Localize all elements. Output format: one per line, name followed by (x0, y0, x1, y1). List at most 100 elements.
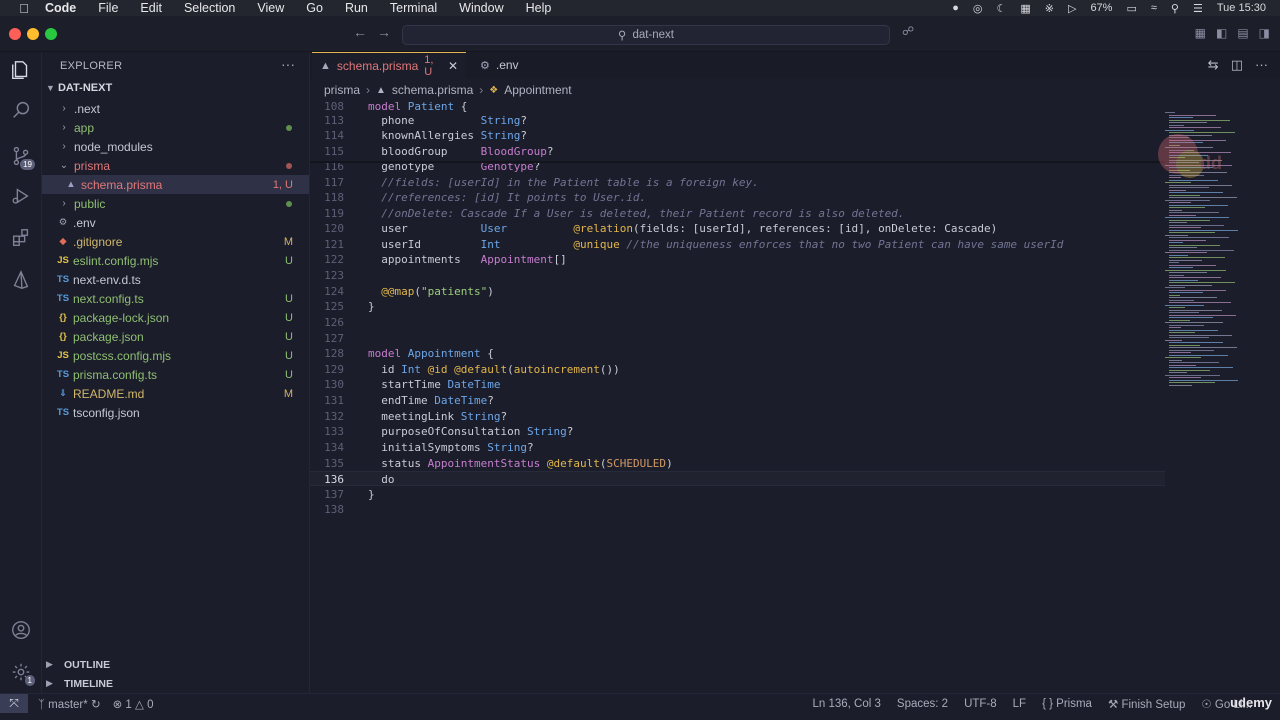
tree-item[interactable]: JS postcss.config.mjs U (42, 346, 309, 365)
record-icon[interactable]: ● (952, 2, 959, 14)
tree-item[interactable]: › .next (42, 99, 309, 118)
menu-window[interactable]: Window (459, 1, 503, 15)
tree-item[interactable]: TS next-env.d.ts (42, 270, 309, 289)
tree-item[interactable]: › node_modules (42, 137, 309, 156)
prisma-icon[interactable] (9, 268, 33, 292)
indentation[interactable]: Spaces: 2 (897, 698, 948, 710)
toggle-secondary-sidebar-icon[interactable]: ◨ (1259, 26, 1270, 40)
code-line[interactable]: 123 (310, 268, 1165, 283)
window-close-button[interactable] (9, 28, 21, 40)
command-center-search[interactable]: ⚲ dat-next (402, 25, 890, 45)
tree-item[interactable]: TS prisma.config.ts U (42, 365, 309, 384)
close-icon[interactable]: ✕ (448, 59, 458, 73)
menu-run[interactable]: Run (345, 1, 368, 15)
problems-item[interactable]: ⊗ 1 △ 0 (113, 697, 154, 711)
code-line[interactable]: 115 bloodGroup BloodGroup? (310, 144, 1165, 159)
more-actions-icon[interactable]: ··· (281, 56, 295, 72)
code-line[interactable]: 135 status AppointmentStatus @default(SC… (310, 456, 1165, 471)
tree-item[interactable]: TS tsconfig.json (42, 403, 309, 422)
clock[interactable]: Tue 15:30 (1217, 2, 1266, 14)
back-arrow-icon[interactable]: ← (353, 24, 367, 40)
toggle-panel-icon[interactable]: ▤ (1237, 26, 1248, 40)
split-editor-icon[interactable]: ◫ (1231, 57, 1243, 73)
language-mode[interactable]: { } Prisma (1042, 698, 1092, 710)
tab-env[interactable]: ⚙ .env (472, 52, 527, 78)
tree-item[interactable]: JS eslint.config.mjs U (42, 251, 309, 270)
code-line[interactable]: 126 (310, 315, 1165, 330)
menu-terminal[interactable]: Terminal (390, 1, 437, 15)
accounts-icon[interactable] (9, 618, 33, 642)
run-debug-icon[interactable] (9, 184, 33, 208)
code-line[interactable]: 120 user User @relation(fields: [userId]… (310, 221, 1165, 236)
code-line[interactable]: 124 @@map("patients") (310, 284, 1165, 299)
remote-indicator-icon[interactable]: ⤧ (0, 693, 28, 714)
outline-section[interactable]: ▶ OUTLINE (42, 655, 309, 674)
code-line[interactable]: 133 purposeOfConsultation String? (310, 424, 1165, 439)
timeline-section[interactable]: ▶ TIMELINE (42, 674, 309, 693)
menu-go[interactable]: Go (306, 1, 323, 15)
code-line[interactable]: 118 //references: [id] It points to User… (310, 190, 1165, 205)
code-line[interactable]: 122 appointments Appointment[] (310, 252, 1165, 267)
copilot-icon[interactable]: ☍ (902, 24, 914, 38)
tree-item[interactable]: ⇓ README.md M (42, 384, 309, 403)
battery-level[interactable]: 67% (1090, 2, 1112, 14)
tree-item[interactable]: {} package.json U (42, 327, 309, 346)
window-maximize-button[interactable] (45, 28, 57, 40)
source-control-icon[interactable]: 19 (9, 144, 35, 170)
menu-edit[interactable]: Edit (140, 1, 162, 15)
tree-item[interactable]: › public (42, 194, 309, 213)
tree-item[interactable]: ⚙ .env (42, 213, 309, 232)
spotlight-icon[interactable]: ⚲ (1171, 2, 1179, 15)
window-minimize-button[interactable] (27, 28, 39, 40)
code-line[interactable]: 119 //onDelete: Cascade If a User is del… (310, 206, 1165, 221)
code-line[interactable]: 128 model Appointment { (310, 346, 1165, 361)
code-line[interactable]: 136 do (310, 471, 1165, 486)
code-line[interactable]: 134 initialSymptoms String? (310, 440, 1165, 455)
forward-arrow-icon[interactable]: → (377, 24, 391, 40)
apple-menu-icon[interactable]:  (17, 1, 31, 16)
branch-item[interactable]: ᛉ master* ↻ (38, 697, 101, 711)
more-icon[interactable]: ··· (1255, 57, 1268, 73)
menu-selection[interactable]: Selection (184, 1, 235, 15)
settings-gear-icon[interactable]: 1 (9, 660, 35, 686)
breadcrumb-item[interactable]: Appointment (504, 83, 571, 97)
breadcrumb-item[interactable]: prisma (324, 83, 360, 97)
code-line[interactable]: 131 endTime DateTime? (310, 393, 1165, 408)
toggle-sidebar-icon[interactable]: ◧ (1216, 26, 1227, 40)
encoding[interactable]: UTF-8 (964, 698, 997, 710)
airdrop-icon[interactable]: ◎ (973, 2, 983, 15)
code-line[interactable]: 117 //fields: [userId] in the Patient ta… (310, 175, 1165, 190)
code-line[interactable]: 114 knownAllergies String? (310, 128, 1165, 143)
moon-icon[interactable]: ☾ (996, 2, 1006, 15)
menu-file[interactable]: File (98, 1, 118, 15)
breadcrumb-item[interactable]: schema.prisma (392, 83, 473, 97)
play-icon[interactable]: ▷ (1068, 2, 1076, 15)
compare-icon[interactable]: ⇆ (1208, 57, 1219, 73)
wifi-icon[interactable]: ≈ (1151, 2, 1157, 14)
tree-item[interactable]: ◆ .gitignore M (42, 232, 309, 251)
code-line[interactable]: 130 startTime DateTime (310, 377, 1165, 392)
tree-item[interactable]: {} package-lock.json U (42, 308, 309, 327)
tree-item[interactable]: TS next.config.ts U (42, 289, 309, 308)
control-center-icon[interactable]: ☰ (1193, 2, 1203, 15)
search-icon[interactable] (9, 98, 33, 122)
code-line[interactable]: 121 userId Int @unique //the uniqueness … (310, 237, 1165, 252)
project-root[interactable]: ▼ DAT-NEXT (46, 82, 112, 94)
code-line[interactable]: 129 id Int @id @default(autoincrement()) (310, 362, 1165, 377)
code-line[interactable]: 125} (310, 299, 1165, 314)
code-line[interactable]: 138 (310, 502, 1165, 517)
code-line[interactable]: 137} (310, 487, 1165, 502)
tree-item[interactable]: ⌄ prisma (42, 156, 309, 175)
extensions-icon[interactable] (9, 226, 33, 250)
bluetooth-icon[interactable]: ※ (1045, 2, 1054, 15)
keyboard-icon[interactable]: ▦ (1020, 2, 1030, 15)
code-line[interactable]: 127 (310, 331, 1165, 346)
explorer-icon[interactable] (9, 58, 33, 82)
customize-layout-icon[interactable]: ▦ (1195, 26, 1206, 40)
finish-setup[interactable]: ⚒ Finish Setup (1108, 697, 1185, 711)
cursor-position[interactable]: Ln 136, Col 3 (812, 698, 880, 710)
tab-schema-prisma[interactable]: ▲ schema.prisma 1, U ✕ (312, 52, 466, 78)
end-of-line[interactable]: LF (1013, 698, 1026, 710)
tree-item[interactable]: › app (42, 118, 309, 137)
code-line[interactable]: 113 phone String? (310, 113, 1165, 128)
